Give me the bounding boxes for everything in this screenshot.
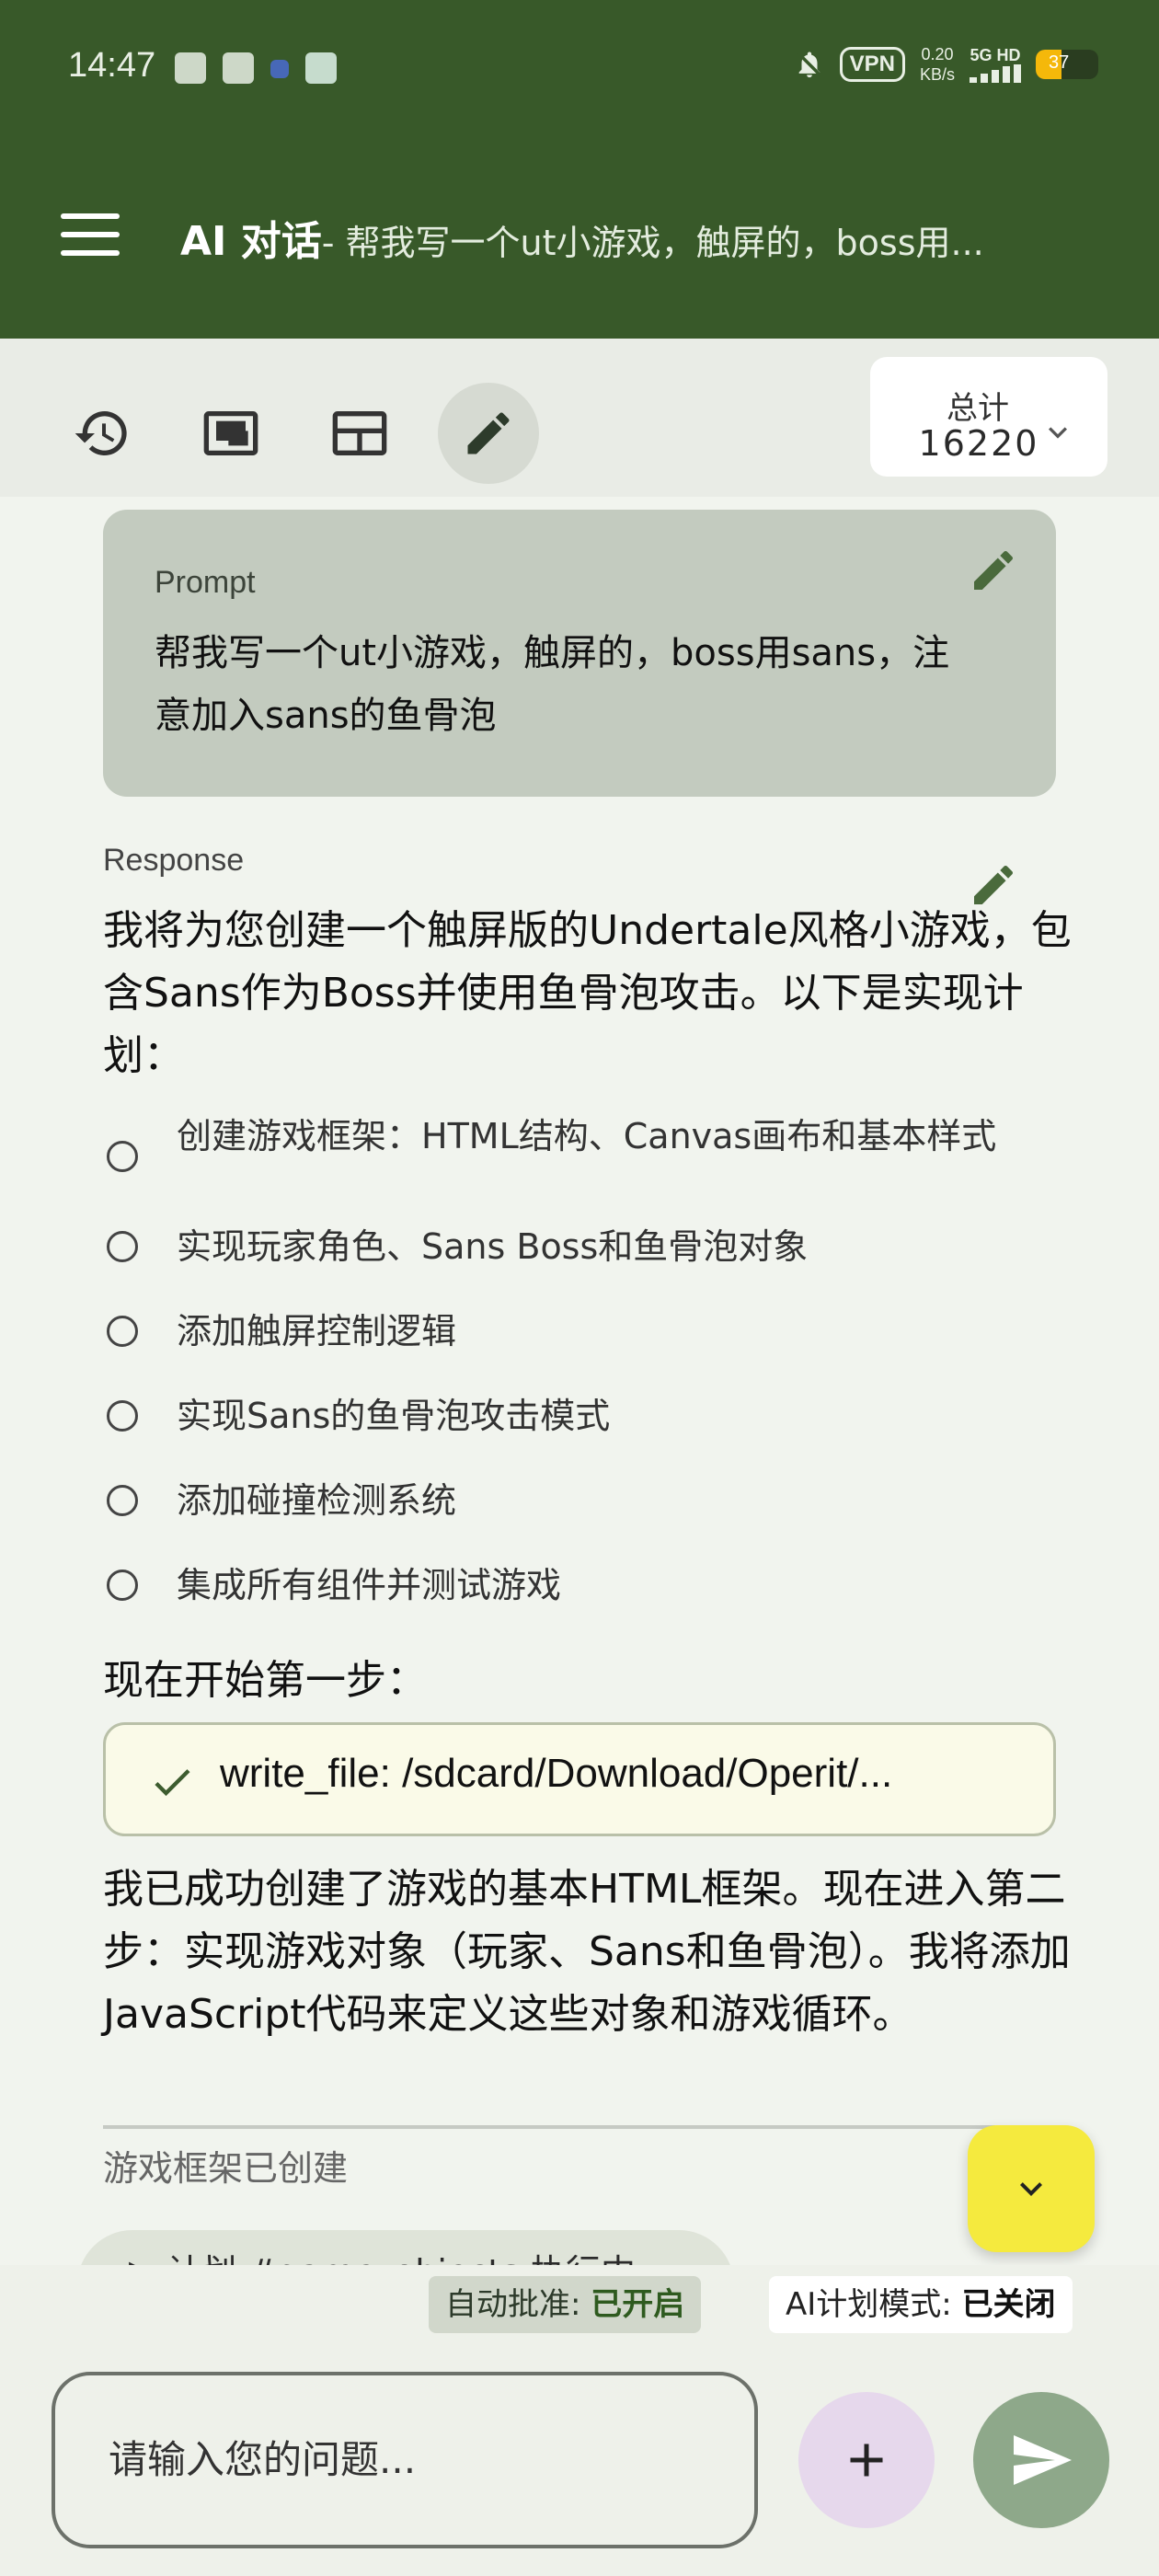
bottom-panel: 自动批准: 已开启 AI计划模式: 已关闭 — [0, 2265, 1159, 2576]
prompt-label: Prompt — [155, 565, 256, 600]
picture-in-picture-icon — [203, 411, 258, 455]
response-followup: 我已成功创建了游戏的基本HTML框架。现在进入第二步：实现游戏对象（玩家、San… — [103, 1866, 1071, 2038]
todo-item[interactable]: 添加碰撞检测系统 — [103, 1463, 1078, 1547]
tool-call-text: write_file: /sdcard/Download/Operit/... — [220, 1751, 893, 1796]
token-totals-dropdown[interactable]: 总计 16220 — [870, 357, 1107, 477]
prompt-text: 帮我写一个ut小游戏，触屏的，boss用sans，注意加入sans的鱼骨泡 — [155, 632, 950, 737]
toolbar: 总计 16220 — [0, 339, 1159, 497]
plus-icon — [850, 2444, 883, 2477]
totals-value: 16220 — [918, 423, 1039, 464]
mode-badges: 自动批准: 已开启 AI计划模式: 已关闭 — [0, 2265, 1159, 2342]
prompt-card: Prompt 帮我写一个ut小游戏，触屏的，boss用sans，注意加入sans… — [103, 510, 1056, 797]
chevron-down-icon — [1020, 2182, 1042, 2196]
todo-item[interactable]: 实现玩家角色、Sans Boss和鱼骨泡对象 — [103, 1209, 1078, 1294]
response-label: Response — [103, 843, 245, 878]
notification-icons — [175, 52, 337, 84]
app-title-main: AI 对话 — [180, 218, 322, 265]
todo-radio[interactable] — [107, 1485, 138, 1516]
send-icon — [1014, 2435, 1072, 2485]
signal-bars-icon — [970, 64, 1021, 83]
totals-label: 总计 — [947, 390, 1009, 427]
history-button[interactable] — [52, 383, 153, 484]
layout-button[interactable] — [309, 383, 410, 484]
history-icon — [75, 411, 127, 455]
edit-mode-button[interactable] — [438, 383, 539, 484]
add-attachment-button[interactable] — [798, 2392, 935, 2528]
app-title: AI 对话- 帮我写一个ut小游戏，触屏的，boss用... — [180, 208, 1100, 267]
todo-item[interactable]: 添加触屏控制逻辑 — [103, 1294, 1078, 1378]
scroll-to-bottom-button[interactable] — [968, 2125, 1095, 2252]
signal-indicator: 5G HD — [970, 46, 1021, 83]
app-header: 14:47 VPN 0.20 KB/s 5G HD 37 AI 对话- 帮我写一… — [0, 0, 1159, 339]
send-button[interactable] — [973, 2392, 1109, 2528]
plan-status-text: 游戏框架已创建 — [103, 2148, 349, 2189]
todo-radio[interactable] — [107, 1141, 138, 1172]
auto-approve-toggle[interactable]: 自动批准: 已开启 — [429, 2276, 702, 2333]
response-intro: 我将为您创建一个触屏版的Undertale风格小游戏，包含Sans作为Boss并… — [103, 907, 1072, 1079]
plan-todo-list: 创建游戏框架：HTML结构、Canvas画布和基本样式 实现玩家角色、Sans … — [103, 1100, 1078, 1632]
todo-radio[interactable] — [107, 1316, 138, 1347]
tool-call-card[interactable]: write_file: /sdcard/Download/Operit/... — [103, 1722, 1056, 1836]
notification-icon — [223, 52, 254, 84]
mute-bell-icon — [796, 51, 822, 78]
plan-mode-toggle[interactable]: AI计划模式: 已关闭 — [769, 2276, 1073, 2333]
battery-icon: 37 — [1036, 50, 1098, 79]
network-speed: 0.20 KB/s — [919, 45, 955, 84]
todo-radio[interactable] — [107, 1570, 138, 1601]
message-input-box[interactable] — [52, 2372, 758, 2548]
chevron-down-icon — [1049, 427, 1067, 439]
edit-pencil-icon — [467, 412, 510, 454]
app-title-subtitle: - 帮我写一个ut小游戏，触屏的，boss用... — [321, 223, 984, 263]
layout-icon — [332, 411, 387, 455]
status-bar: 14:47 VPN 0.20 KB/s 5G HD 37 — [0, 0, 1159, 138]
notification-icon — [305, 52, 337, 84]
todo-item[interactable]: 集成所有组件并测试游戏 — [103, 1547, 1078, 1632]
check-icon — [155, 1769, 190, 1797]
step-text: 现在开始第一步： — [103, 1657, 427, 1704]
todo-radio[interactable] — [107, 1231, 138, 1262]
system-indicators: VPN 0.20 KB/s 5G HD 37 — [794, 44, 1098, 85]
todo-radio[interactable] — [107, 1400, 138, 1432]
notification-icon — [270, 60, 289, 78]
notification-icon — [175, 52, 206, 84]
todo-item[interactable]: 创建游戏框架：HTML结构、Canvas画布和基本样式 — [103, 1100, 1078, 1209]
vpn-indicator: VPN — [839, 47, 905, 82]
divider — [103, 2125, 995, 2129]
message-input[interactable] — [107, 2421, 717, 2497]
menu-icon[interactable] — [61, 213, 120, 256]
status-time: 14:47 — [68, 46, 156, 85]
edit-prompt-icon[interactable] — [968, 545, 1019, 596]
todo-item[interactable]: 实现Sans的鱼骨泡攻击模式 — [103, 1378, 1078, 1463]
floating-window-button[interactable] — [180, 383, 281, 484]
